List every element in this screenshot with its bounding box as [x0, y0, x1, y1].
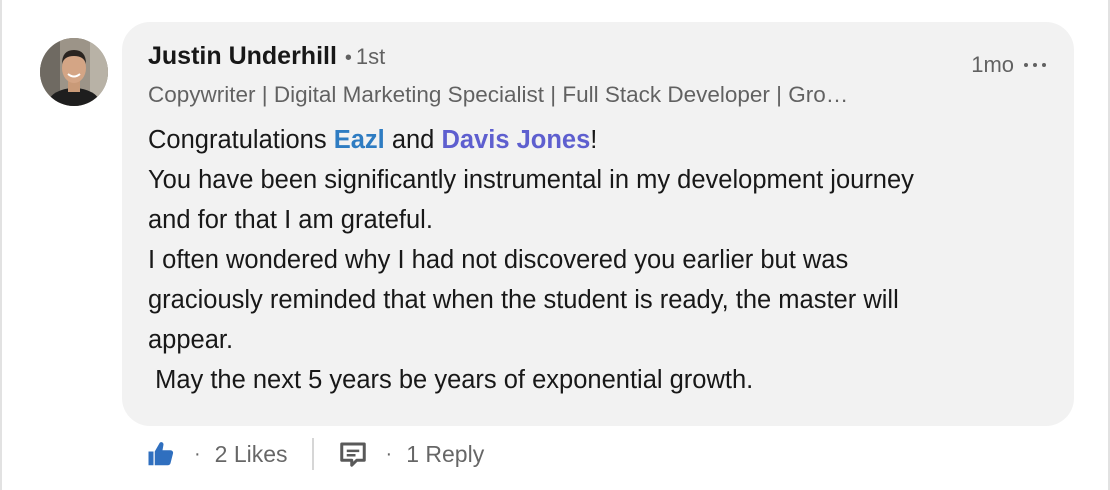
reply-button[interactable]: [338, 439, 368, 469]
comment-timestamp: 1mo: [971, 52, 1014, 77]
comment-actions: · 2 Likes · 1 Reply: [146, 434, 484, 474]
more-options-icon[interactable]: [1024, 59, 1046, 71]
action-divider: [311, 438, 314, 470]
comment-bubble: Justin Underhill • 1st Copywriter | Digit…: [122, 22, 1074, 426]
comment-line-2: You have been significantly instrumental…: [148, 166, 914, 194]
separator-dot: ·: [194, 442, 201, 465]
comment-line-4: I often wondered why I had not discovere…: [148, 246, 849, 274]
author-name[interactable]: Justin Underhill: [148, 42, 337, 71]
author-headline: Copywriter | Digital Marketing Specialis…: [148, 82, 849, 107]
like-button[interactable]: [146, 439, 176, 469]
comment-header: Justin Underhill • 1st Copywriter | Digit…: [148, 42, 1048, 108]
mention-person[interactable]: Davis Jones: [441, 126, 590, 154]
text-segment: !: [590, 126, 598, 154]
comment-line-5: graciously reminded that when the studen…: [148, 286, 899, 314]
text-segment: and: [384, 126, 442, 154]
connection-degree-label: 1st: [355, 44, 386, 69]
comment-line-7: May the next 5 years be years of exponen…: [148, 366, 754, 394]
thumbs-up-icon: [148, 442, 174, 466]
author-avatar[interactable]: [40, 38, 108, 106]
comment-line-6: appear.: [148, 326, 234, 354]
connection-degree: • 1st: [344, 44, 386, 69]
mention-company[interactable]: Eazl: [334, 126, 385, 154]
comment-meta: 1mo: [971, 52, 1046, 78]
text-segment: Congratulations: [148, 126, 334, 154]
separator-dot: ·: [385, 442, 393, 465]
replies-count[interactable]: 1 Reply: [406, 441, 484, 468]
comment-icon: [339, 442, 366, 467]
comment-line-3: and for that I am grateful.: [148, 206, 433, 234]
comment-body: Congratulations Eazl and Davis Jones! Yo…: [148, 120, 1048, 400]
likes-count[interactable]: 2 Likes: [215, 441, 288, 468]
comment-line-1: Congratulations Eazl and Davis Jones!: [148, 120, 1048, 160]
frame-border-left: [0, 0, 2, 490]
